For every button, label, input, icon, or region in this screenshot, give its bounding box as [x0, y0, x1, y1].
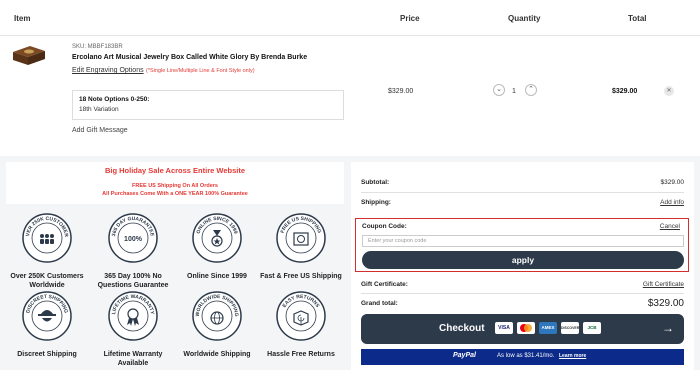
edit-engraving-link[interactable]: Edit Engraving Options	[72, 67, 144, 74]
chevron-down-icon: ⌄	[496, 86, 502, 93]
option-value: 18th Variation	[79, 106, 119, 113]
engraving-note: (*Single Line/Multiple Line & Font Style…	[146, 68, 255, 74]
quantity-decrease-button[interactable]: ⌄	[493, 84, 505, 96]
visa-card-icon: VISA	[495, 322, 513, 334]
coupon-input[interactable]	[362, 235, 684, 247]
feature-worldwide-shipping: WORLDWIDE SHIPPING Worldwide Shipping	[174, 290, 260, 359]
col-quantity: Quantity	[508, 14, 541, 23]
arrow-right-icon: →	[662, 321, 674, 335]
mastercard-icon	[517, 322, 535, 334]
add-gift-message-link[interactable]: Add Gift Message	[72, 127, 128, 134]
feature-label: Online Since 1999	[187, 273, 247, 280]
cart-item-row: SKU: MBBF183BR Ercolano Art Musical Jewe…	[0, 36, 700, 156]
feature-label: Hassle Free Returns	[267, 351, 335, 358]
customers-badge-icon: OVER 250K CUSTOMERS	[19, 208, 72, 263]
checkout-button[interactable]: Checkout VISA AMEX DISCOVER JCB →	[361, 314, 684, 344]
paypal-banner[interactable]: PayPal As low as $31.41/mo. Learn more	[361, 349, 684, 365]
gift-certificate-link[interactable]: Gift Certificate	[643, 281, 684, 288]
coupon-cancel-link[interactable]: Cancel	[660, 223, 680, 230]
apply-coupon-button[interactable]: apply	[362, 251, 684, 269]
jcb-card-icon: JCB	[583, 322, 601, 334]
shipping-add-info-link[interactable]: Add info	[660, 199, 684, 206]
feature-label: Discreet Shipping	[17, 351, 77, 358]
item-total: $329.00	[612, 88, 638, 95]
promo-banner: Big Holiday Sale Across Entire Website F…	[6, 162, 344, 204]
feature-customers: OVER 250K CUSTOMERS Over 250K Customers …	[4, 208, 90, 290]
shipping-label: Shipping:	[361, 199, 391, 206]
feature-label: 365 Day 100% No Questions Guarantee	[97, 273, 169, 289]
svg-text:100%: 100%	[124, 236, 143, 243]
product-sku: SKU: MBBF183BR	[72, 44, 123, 50]
option-title: 18 Note Options 0-250:	[79, 96, 150, 103]
feature-label: Lifetime Warranty Available	[103, 351, 163, 367]
discover-card-icon: DISCOVER	[561, 322, 579, 334]
shipping-box-icon: FREE US SHIPPING	[276, 213, 326, 263]
col-price: Price	[400, 14, 420, 23]
feature-easy-returns: EASY RETURNS Hassle Free Returns	[258, 290, 344, 359]
globe-icon: WORLDWIDE SHIPPING	[192, 291, 242, 341]
quantity-value[interactable]: 1	[512, 88, 516, 95]
feature-free-shipping: FREE US SHIPPING Fast & Free US Shipping	[258, 212, 344, 281]
return-box-icon: EASY RETURNS	[276, 291, 326, 341]
feature-lifetime-warranty: LIFETIME WARRANTY Lifetime Warranty Avai…	[90, 290, 176, 368]
grand-total-value: $329.00	[647, 298, 684, 309]
quantity-increase-button[interactable]: ⌃	[525, 84, 537, 96]
product-thumbnail[interactable]	[10, 42, 48, 68]
promo-line-2: All Purchases Come With a ONE YEAR 100% …	[102, 191, 248, 197]
feature-online-since: ONLINE SINCE 1999 Online Since 1999	[174, 212, 260, 281]
grand-total-label: Grand total:	[361, 300, 398, 307]
coupon-label: Coupon Code:	[362, 223, 407, 230]
ribbon-badge-icon: LIFETIME WARRANTY	[108, 291, 158, 341]
feature-discreet-shipping: DISCREET SHIPPING Discreet Shipping	[4, 290, 90, 359]
close-icon: ✕	[666, 88, 672, 94]
feature-label: Over 250K Customers Worldwide	[10, 273, 84, 289]
guarantee-badge-icon: 365 DAY GUARANTEE 100%	[108, 213, 158, 263]
feature-guarantee: 365 DAY GUARANTEE 100% 365 Day 100% No Q…	[90, 212, 176, 290]
promo-title: Big Holiday Sale Across Entire Website	[104, 166, 246, 175]
paypal-installment-text: As low as $31.41/mo.	[497, 353, 555, 359]
subtotal-value: $329.00	[660, 179, 685, 186]
order-summary: Subtotal: $329.00 Shipping: Add info Cou…	[351, 162, 694, 370]
feature-label: Fast & Free US Shipping	[260, 273, 342, 280]
divider	[361, 192, 684, 193]
coupon-section: Coupon Code: Cancel apply	[355, 218, 689, 272]
product-name[interactable]: Ercolano Art Musical Jewelry Box Called …	[72, 54, 307, 61]
checkout-label: Checkout	[439, 323, 485, 334]
col-total: Total	[628, 14, 647, 23]
item-price: $329.00	[388, 88, 414, 95]
subtotal-label: Subtotal:	[361, 179, 390, 186]
chevron-up-icon: ⌃	[528, 86, 534, 93]
spy-hat-icon: DISCREET SHIPPING	[22, 291, 72, 341]
paypal-learn-more-link[interactable]: Learn more	[559, 353, 586, 359]
paypal-logo: PayPal	[453, 352, 476, 359]
col-item: Item	[14, 14, 31, 23]
gift-certificate-label: Gift Certificate:	[361, 281, 408, 288]
cart-table-header: Item Price Quantity Total	[0, 0, 700, 36]
option-box: 18 Note Options 0-250: 18th Variation	[72, 90, 344, 120]
medal-badge-icon: ONLINE SINCE 1999	[192, 213, 242, 263]
remove-item-button[interactable]: ✕	[664, 86, 674, 96]
promo-line-1: FREE US Shipping On All Orders	[132, 183, 218, 189]
feature-label: Worldwide Shipping	[183, 351, 251, 358]
divider	[361, 293, 684, 294]
amex-card-icon: AMEX	[539, 322, 557, 334]
